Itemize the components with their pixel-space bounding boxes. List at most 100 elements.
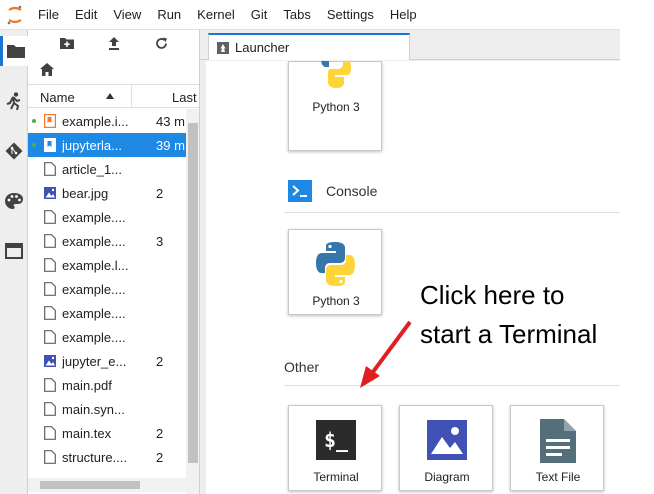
file-browser-toolbar bbox=[28, 30, 199, 56]
new-folder-icon[interactable] bbox=[56, 33, 78, 53]
file-row[interactable]: structure.... 2 bbox=[28, 445, 186, 469]
sort-ascending-icon bbox=[106, 93, 114, 99]
file-row[interactable]: main.syn... bbox=[28, 397, 186, 421]
file-row[interactable]: example.... 3 bbox=[28, 229, 186, 253]
console-section-icon bbox=[288, 180, 312, 202]
column-name[interactable]: Name bbox=[40, 90, 75, 105]
file-row[interactable]: jupyterla... 39 m bbox=[28, 133, 186, 157]
tabs-icon[interactable] bbox=[0, 236, 28, 266]
file-icon bbox=[44, 282, 56, 296]
upload-icon[interactable] bbox=[103, 33, 125, 53]
file-row[interactable]: bear.jpg 2 bbox=[28, 181, 186, 205]
tab-launcher[interactable]: Launcher bbox=[208, 33, 410, 60]
menu-file[interactable]: File bbox=[30, 7, 67, 22]
menu-view[interactable]: View bbox=[105, 7, 149, 22]
launcher-icon bbox=[217, 41, 229, 54]
file-list-header: Name Last bbox=[28, 84, 199, 108]
file-row[interactable]: example.i... 43 m bbox=[28, 109, 186, 133]
file-name: jupyterla... bbox=[62, 138, 122, 153]
file-name: example.... bbox=[62, 282, 126, 297]
terminal-card[interactable]: $_ Terminal bbox=[288, 405, 382, 491]
file-row[interactable]: example.... bbox=[28, 205, 186, 229]
annotation-line-2: start a Terminal bbox=[420, 319, 598, 349]
file-icon bbox=[44, 450, 56, 464]
file-name: example.i... bbox=[62, 114, 129, 129]
python-logo-icon bbox=[314, 242, 358, 289]
menu-bar: File Edit View Run Kernel Git Tabs Setti… bbox=[0, 0, 620, 30]
text-file-card[interactable]: Text File bbox=[510, 405, 604, 491]
annotation-line-1: Click here to bbox=[420, 280, 565, 310]
menu-edit[interactable]: Edit bbox=[67, 7, 105, 22]
running-icon[interactable] bbox=[0, 86, 28, 116]
file-name: jupyter_e... bbox=[62, 354, 127, 369]
file-row[interactable]: main.pdf bbox=[28, 373, 186, 397]
file-modified: 2 bbox=[156, 450, 164, 465]
file-row[interactable]: article_1... bbox=[28, 157, 186, 181]
file-list: example.i... 43 m jupyterla... 39 m article_… bbox=[28, 109, 199, 494]
file-name: article_1... bbox=[62, 162, 122, 177]
notebook-python3-card[interactable]: Python 3 bbox=[288, 61, 382, 151]
file-row[interactable]: example.... bbox=[28, 325, 186, 349]
file-name: example.... bbox=[62, 234, 126, 249]
console-card-label: Python 3 bbox=[312, 294, 360, 308]
file-list-hscrollbar[interactable] bbox=[28, 478, 199, 492]
notebook-icon bbox=[43, 113, 57, 129]
tab-label: Launcher bbox=[235, 40, 290, 55]
file-name: main.syn... bbox=[62, 402, 125, 417]
activity-bar bbox=[0, 30, 28, 494]
annotation-arrow-icon bbox=[360, 320, 412, 388]
file-row[interactable]: example.... bbox=[28, 301, 186, 325]
notebook-icon bbox=[43, 137, 57, 153]
file-name: structure.... bbox=[62, 450, 128, 465]
refresh-icon[interactable] bbox=[150, 33, 172, 53]
console-python3-card[interactable]: Python 3 bbox=[288, 229, 382, 315]
file-icon bbox=[44, 234, 56, 248]
file-modified: 39 m bbox=[156, 138, 185, 153]
image-file-icon bbox=[44, 186, 56, 200]
file-modified: 2 bbox=[156, 186, 164, 201]
file-row[interactable]: example.l... bbox=[28, 253, 186, 277]
console-section-divider bbox=[284, 212, 620, 213]
home-icon[interactable] bbox=[40, 63, 58, 79]
file-name: bear.jpg bbox=[62, 186, 109, 201]
text-file-card-label: Text File bbox=[535, 470, 581, 484]
file-name: example.... bbox=[62, 306, 126, 321]
file-row[interactable]: jupyter_e... 2 bbox=[28, 349, 186, 373]
terminal-icon: $_ bbox=[316, 420, 356, 460]
tab-bar: Launcher bbox=[200, 30, 620, 60]
file-name: example.l... bbox=[62, 258, 129, 273]
other-section-title: Other bbox=[284, 359, 320, 375]
menu-tabs[interactable]: Tabs bbox=[275, 7, 318, 22]
text-file-icon bbox=[540, 419, 576, 466]
file-row[interactable]: main.tex 2 bbox=[28, 421, 186, 445]
menu-kernel[interactable]: Kernel bbox=[189, 7, 243, 22]
hscrollbar-thumb[interactable] bbox=[40, 481, 140, 489]
folder-icon[interactable] bbox=[0, 36, 28, 66]
notebook-card-label: Python 3 bbox=[312, 100, 360, 114]
diagram-card-label: Diagram bbox=[424, 470, 470, 484]
git-icon[interactable] bbox=[0, 136, 28, 166]
file-browser: Name Last example.i... 43 m jupyterla... 39… bbox=[28, 30, 200, 494]
menu-help[interactable]: Help bbox=[382, 7, 425, 22]
diagram-card[interactable]: Diagram bbox=[399, 405, 493, 491]
file-icon bbox=[44, 402, 56, 416]
menu-run[interactable]: Run bbox=[149, 7, 189, 22]
console-section-title: Console bbox=[326, 183, 378, 199]
file-icon bbox=[44, 162, 56, 176]
python-logo-icon bbox=[321, 61, 351, 91]
menu-settings[interactable]: Settings bbox=[319, 7, 382, 22]
file-name: example.... bbox=[62, 210, 126, 225]
column-divider[interactable] bbox=[131, 85, 132, 107]
running-indicator-icon bbox=[32, 119, 36, 123]
menu-git[interactable]: Git bbox=[243, 7, 276, 22]
file-modified: 2 bbox=[156, 426, 164, 441]
file-row[interactable]: example.... bbox=[28, 277, 186, 301]
palette-icon[interactable] bbox=[0, 186, 28, 216]
file-list-scrollbar[interactable] bbox=[186, 109, 199, 494]
diagram-icon bbox=[427, 420, 467, 460]
scrollbar-thumb[interactable] bbox=[188, 123, 198, 463]
file-icon bbox=[44, 426, 56, 440]
file-icon bbox=[44, 210, 56, 224]
column-last-modified[interactable]: Last bbox=[172, 90, 197, 105]
file-modified: 3 bbox=[156, 234, 164, 249]
